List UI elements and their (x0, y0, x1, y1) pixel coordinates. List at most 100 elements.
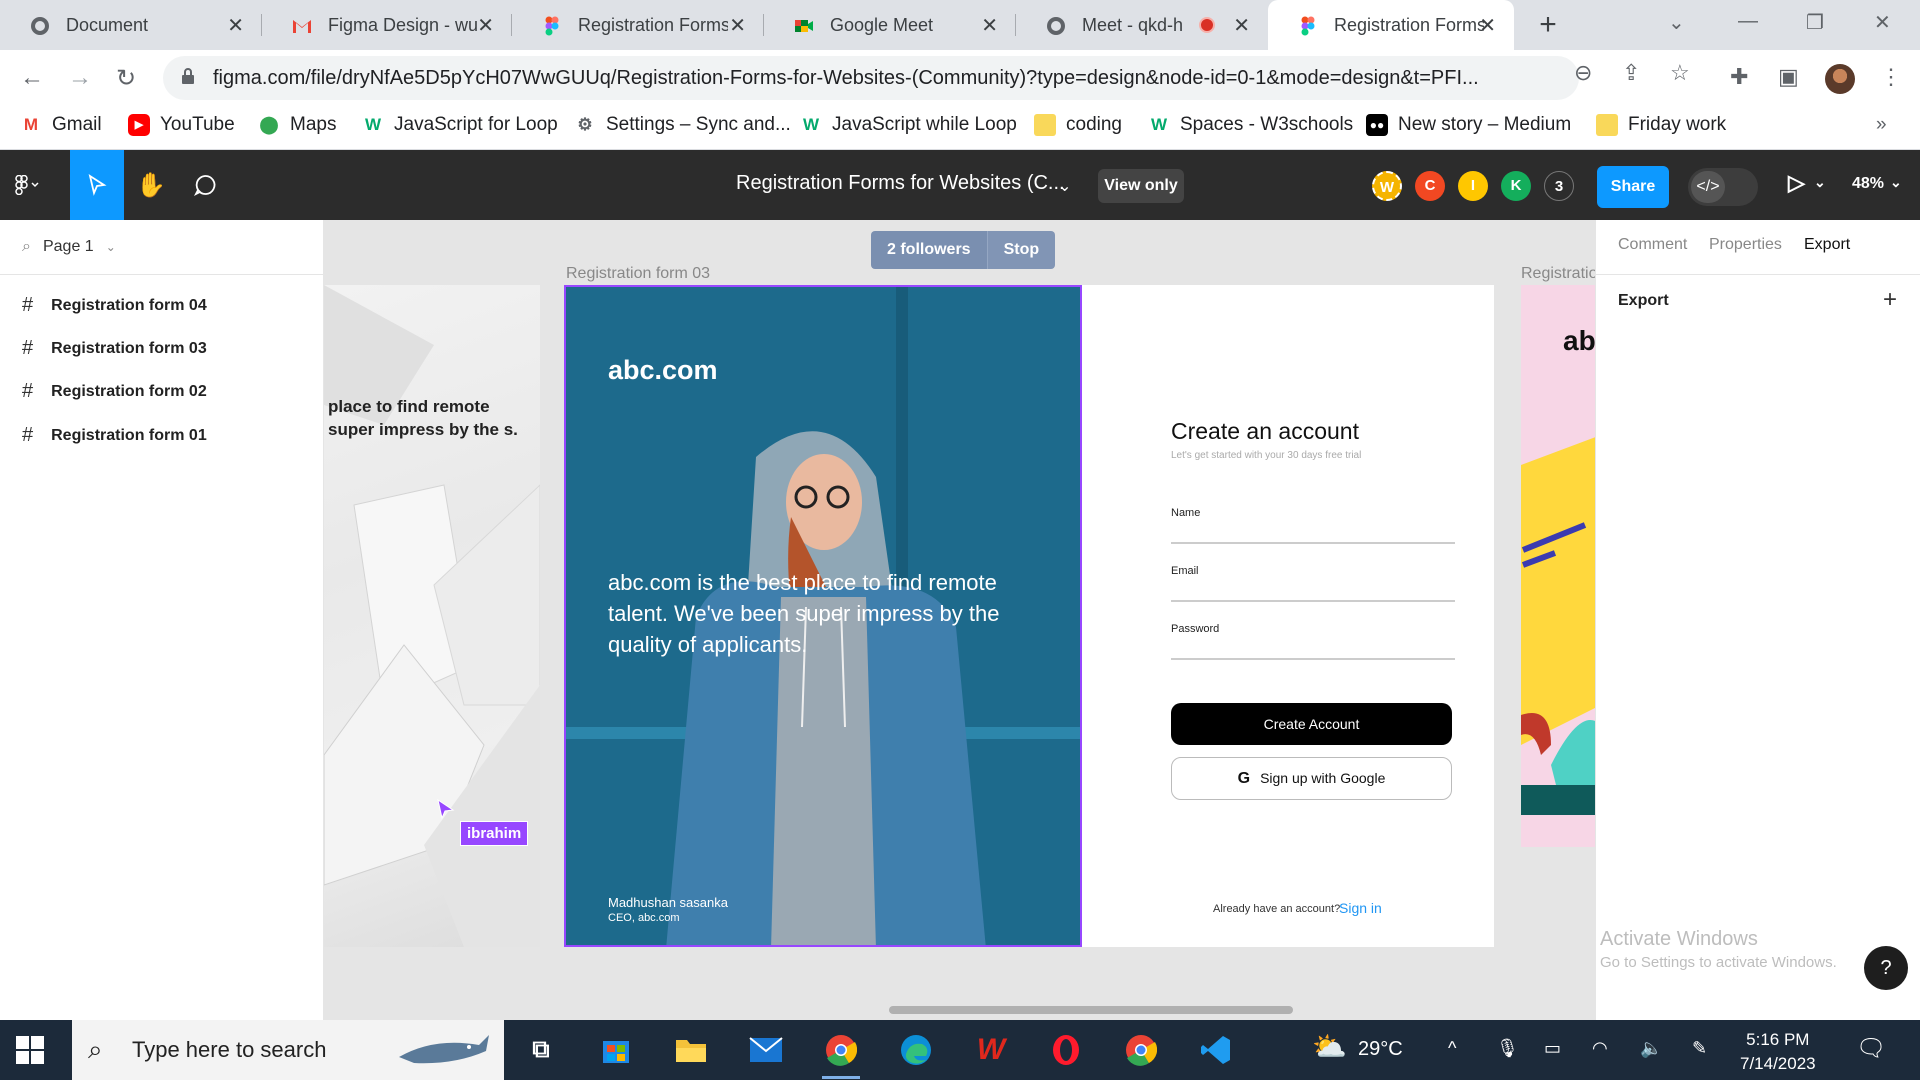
followers-count[interactable]: 2 followers (871, 231, 987, 269)
frame-registration-form-03[interactable]: abc.com abc.com is the best place to fin… (564, 285, 1494, 947)
wifi-icon[interactable]: ◠ (1592, 1038, 1608, 1059)
avatar-w[interactable]: W (1372, 171, 1402, 201)
new-tab-button[interactable]: + (1531, 9, 1565, 43)
hand-tool-button[interactable]: ✋ (124, 150, 178, 220)
file-explorer-icon[interactable] (670, 1030, 712, 1070)
microphone-icon[interactable]: 🎙 (1496, 1038, 1519, 1059)
bookmark-star-icon[interactable]: ☆ (1670, 60, 1690, 86)
present-play-icon[interactable]: ▷ (1788, 170, 1805, 196)
search-icon[interactable]: ⌕ (22, 238, 31, 256)
frame-label-03[interactable]: Registration form 03 (566, 265, 710, 283)
document-title[interactable]: Registration Forms for Websites (C... (736, 172, 1065, 195)
tray-chevron-up-icon[interactable]: ^ (1448, 1038, 1456, 1059)
pen-icon[interactable]: ✎ (1692, 1038, 1707, 1059)
bookmark-youtube[interactable]: ▶ YouTube (128, 114, 235, 136)
layer-registration-form-02[interactable]: # Registration form 02 (22, 380, 207, 403)
stop-following-button[interactable]: Stop (986, 231, 1056, 269)
volume-icon[interactable]: 🔈 (1640, 1038, 1662, 1059)
close-icon[interactable]: ✕ (1233, 13, 1250, 38)
bookmark-coding[interactable]: coding (1034, 114, 1122, 136)
forward-icon[interactable]: → (68, 64, 92, 92)
zoom-icon[interactable]: ⊖ (1574, 60, 1592, 86)
bookmark-maps[interactable]: ⬤ Maps (258, 114, 336, 136)
tab-meet[interactable]: Meet - qkd-hy ✕ (1016, 0, 1268, 50)
name-field[interactable] (1171, 542, 1455, 544)
notifications-icon[interactable]: 🗨 (1856, 1034, 1886, 1063)
back-icon[interactable]: ← (20, 64, 44, 92)
battery-icon[interactable]: ▭ (1544, 1038, 1561, 1059)
minimize-icon[interactable]: — (1738, 10, 1758, 33)
weather-temperature[interactable]: 29°C (1358, 1038, 1403, 1061)
windows-start-icon[interactable] (16, 1036, 44, 1064)
zoom-level[interactable]: 48% (1852, 175, 1884, 193)
chrome-icon[interactable] (820, 1030, 862, 1070)
close-window-icon[interactable]: ✕ (1874, 10, 1891, 35)
share-icon[interactable]: ⇪ (1622, 60, 1640, 86)
comment-tool-button[interactable] (178, 150, 232, 220)
tab-registration-forms-1[interactable]: Registration Forms ✕ (512, 0, 764, 50)
hero-photo[interactable]: abc.com abc.com is the best place to fin… (564, 285, 1082, 947)
chevron-down-icon[interactable]: ⌄ (1890, 174, 1902, 191)
bookmark-spaces[interactable]: W Spaces - W3schools (1148, 114, 1353, 136)
bookmark-settings[interactable]: ⚙ Settings – Sync and... (574, 114, 790, 136)
tab-figma-design[interactable]: Figma Design - wu ✕ (262, 0, 512, 50)
move-tool-button[interactable] (70, 150, 124, 220)
horizontal-scrollbar[interactable] (889, 1006, 1293, 1014)
close-icon[interactable]: ✕ (981, 13, 998, 38)
help-button[interactable]: ? (1864, 946, 1908, 990)
weather-cloud-icon[interactable]: ⛅ (1312, 1030, 1347, 1063)
layer-registration-form-04[interactable]: # Registration form 04 (22, 294, 207, 317)
wps-office-icon[interactable]: W (970, 1030, 1012, 1070)
close-icon[interactable]: ✕ (729, 13, 746, 38)
profile-avatar[interactable] (1825, 64, 1855, 94)
page-selector[interactable]: ⌕ Page 1 ⌄ (22, 238, 116, 256)
edge-icon[interactable] (895, 1030, 937, 1070)
chrome-profile-icon[interactable] (1120, 1030, 1162, 1070)
tab-export[interactable]: Export (1804, 236, 1850, 254)
close-icon[interactable]: ✕ (477, 13, 494, 38)
chevron-down-icon[interactable]: ⌄ (1814, 174, 1826, 191)
avatar-k[interactable]: K (1501, 171, 1531, 201)
sign-in-link[interactable]: Sign in (1339, 900, 1382, 916)
close-icon[interactable]: ✕ (227, 13, 244, 38)
reload-icon[interactable]: ↻ (116, 64, 136, 93)
address-bar[interactable]: figma.com/file/dryNfAe5D5pYcH07WwGUUq/Re… (163, 56, 1579, 100)
layer-registration-form-03[interactable]: # Registration form 03 (22, 337, 207, 360)
vscode-icon[interactable] (1195, 1030, 1237, 1070)
frame-registration-form-02[interactable]: ab (1521, 285, 1595, 847)
frame-label-02[interactable]: Registratio (1521, 265, 1595, 283)
bookmark-medium[interactable]: ●● New story – Medium (1366, 114, 1571, 136)
microsoft-store-icon[interactable] (595, 1030, 637, 1070)
chevron-down-icon[interactable]: ⌄ (1058, 176, 1071, 196)
view-only-badge[interactable]: View only (1098, 169, 1184, 203)
tab-google-meet[interactable]: Google Meet ✕ (764, 0, 1016, 50)
more-bookmarks-icon[interactable]: » (1876, 114, 1887, 136)
menu-icon[interactable]: ⋮ (1880, 64, 1902, 90)
mail-icon[interactable] (745, 1030, 787, 1070)
taskbar-search[interactable]: ⌕ Type here to search (72, 1020, 504, 1080)
password-field[interactable] (1171, 658, 1455, 660)
opera-icon[interactable] (1045, 1030, 1087, 1070)
dev-mode-toggle[interactable]: </> (1688, 168, 1758, 206)
design-canvas[interactable]: place to find remote super impress by th… (324, 220, 1595, 1020)
bookmark-js-while-loop[interactable]: W JavaScript while Loop (800, 114, 1017, 136)
bookmark-js-for-loop[interactable]: W JavaScript for Loop (362, 114, 558, 136)
avatar-overflow-count[interactable]: 3 (1544, 171, 1574, 201)
main-menu-button[interactable] (0, 150, 54, 220)
email-field[interactable] (1171, 600, 1455, 602)
avatar-i[interactable]: I (1458, 171, 1488, 201)
create-account-button[interactable]: Create Account (1171, 703, 1452, 745)
avatar-c[interactable]: C (1415, 171, 1445, 201)
bookmark-gmail[interactable]: M Gmail (20, 114, 102, 136)
add-export-icon[interactable]: + (1883, 286, 1897, 314)
restore-icon[interactable]: ❐ (1806, 10, 1824, 35)
layer-registration-form-01[interactable]: # Registration form 01 (22, 424, 207, 447)
close-icon[interactable]: ✕ (1479, 13, 1496, 38)
taskbar-clock[interactable]: 5:16 PM 7/14/2023 (1740, 1028, 1816, 1076)
tab-search-icon[interactable]: ⌄ (1668, 10, 1685, 35)
tab-registration-forms-active[interactable]: Registration Forms ✕ (1268, 0, 1514, 50)
frame-registration-form-04[interactable]: place to find remote super impress by th… (324, 285, 540, 947)
share-button[interactable]: Share (1597, 166, 1669, 208)
side-panel-icon[interactable]: ▣ (1778, 64, 1799, 90)
google-signup-button[interactable]: G Sign up with Google (1171, 757, 1452, 800)
